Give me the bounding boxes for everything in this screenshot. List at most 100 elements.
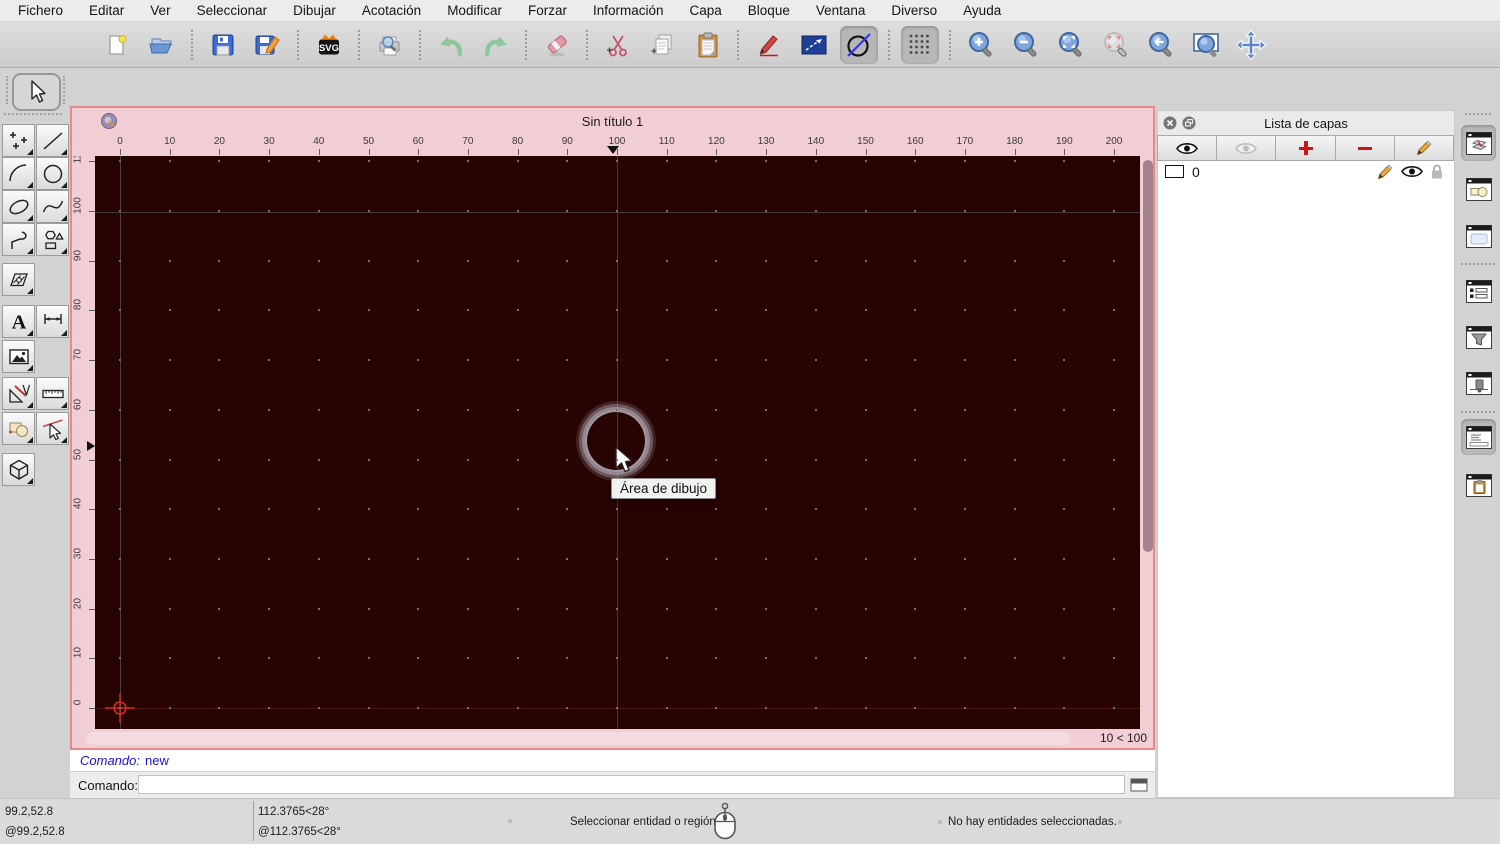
- open-file-button[interactable]: [143, 26, 181, 64]
- line-attributes-button[interactable]: [795, 26, 833, 64]
- grid-dot: [1013, 557, 1016, 560]
- menu-item-13[interactable]: Diverso: [891, 3, 937, 18]
- circle-tool-button[interactable]: [36, 157, 69, 190]
- zoom-in-button[interactable]: [962, 26, 1000, 64]
- menu-item-10[interactable]: Capa: [690, 3, 722, 18]
- show-all-layers-button[interactable]: [1157, 135, 1218, 161]
- dock-handle[interactable]: [6, 76, 8, 104]
- zoom-auto-button[interactable]: [1052, 26, 1090, 64]
- layer-visibility-eye-icon[interactable]: [1401, 164, 1423, 179]
- zoom-window-button[interactable]: [1187, 26, 1225, 64]
- dock-handle[interactable]: [63, 76, 65, 104]
- menu-item-8[interactable]: Forzar: [528, 3, 567, 18]
- points-tool-button[interactable]: [2, 124, 35, 157]
- redo-button[interactable]: [477, 26, 515, 64]
- zoom-selected-button[interactable]: [1097, 26, 1135, 64]
- construction-mode-button[interactable]: [839, 25, 878, 64]
- dimension-tool-button[interactable]: [36, 305, 69, 338]
- horizontal-scrollbar-thumb[interactable]: [86, 731, 1071, 745]
- grid-dot: [1013, 458, 1016, 461]
- spline-tool-button[interactable]: [36, 190, 69, 223]
- document-title-bar[interactable]: Sin título 1: [72, 108, 1153, 134]
- menu-item-7[interactable]: Modificar: [447, 3, 502, 18]
- grid-dot: [417, 359, 420, 362]
- layer-row[interactable]: 0: [1158, 161, 1454, 182]
- dock-filter-toggle[interactable]: [1461, 319, 1496, 355]
- polyline-tool-button[interactable]: [2, 223, 35, 256]
- menu-item-9[interactable]: Información: [593, 3, 664, 18]
- save-as-button[interactable]: [249, 26, 287, 64]
- menu-item-3[interactable]: Ver: [150, 3, 170, 18]
- hide-all-layers-button[interactable]: [1216, 135, 1277, 161]
- selection-tool-button[interactable]: [12, 73, 61, 111]
- dock-library-toggle[interactable]: [1461, 218, 1496, 254]
- float-panel-icon[interactable]: [1182, 116, 1196, 130]
- print-preview-button[interactable]: [371, 26, 409, 64]
- menu-item-6[interactable]: Acotación: [362, 3, 421, 18]
- undo-button[interactable]: [432, 26, 470, 64]
- layer-panel-header[interactable]: Lista de capas: [1158, 111, 1454, 136]
- pen-attributes-button[interactable]: [750, 26, 788, 64]
- measure-tool-button[interactable]: [36, 377, 69, 410]
- text-tool-button[interactable]: A: [2, 305, 35, 338]
- h-ruler-label: 200: [1105, 136, 1123, 147]
- zoom-out-button[interactable]: [1007, 26, 1045, 64]
- grid-dot: [218, 657, 221, 660]
- dock-block-list-toggle[interactable]: [1461, 171, 1496, 207]
- remove-layer-button[interactable]: [1334, 135, 1395, 161]
- dock-command-toggle[interactable]: [1461, 419, 1496, 455]
- cut-button[interactable]: [599, 26, 637, 64]
- menu-item-5[interactable]: Dibujar: [293, 3, 336, 18]
- copy-button[interactable]: [644, 26, 682, 64]
- shape-tool-button[interactable]: [36, 223, 69, 256]
- dock-handle[interactable]: [4, 113, 62, 115]
- vertical-scrollbar-thumb[interactable]: [1143, 160, 1153, 552]
- select-entities-tool-button[interactable]: [36, 412, 69, 445]
- edit-layer-button[interactable]: [1393, 135, 1455, 161]
- modify-tool-button[interactable]: [2, 377, 35, 410]
- toolbar-separator: [525, 29, 527, 60]
- save-button[interactable]: [204, 26, 242, 64]
- drawing-canvas[interactable]: Área de dibujo: [95, 156, 1140, 729]
- dock-clipboard-toggle[interactable]: [1461, 467, 1496, 503]
- hatch-tool-button[interactable]: [2, 263, 35, 296]
- paste-button[interactable]: [689, 26, 727, 64]
- grid-dot: [963, 657, 966, 660]
- menu-item-2[interactable]: Editar: [89, 3, 124, 18]
- command-input[interactable]: [138, 775, 1125, 794]
- solid-tool-button[interactable]: [2, 453, 35, 486]
- dock-layer-list-toggle[interactable]: [1461, 125, 1496, 161]
- menu-item-12[interactable]: Ventana: [816, 3, 866, 18]
- layer-lock-icon[interactable]: [1430, 163, 1444, 180]
- vertical-scrollbar[interactable]: [1142, 156, 1154, 729]
- zoom-pan-button[interactable]: [1232, 26, 1270, 64]
- add-layer-button[interactable]: [1275, 135, 1336, 161]
- layer-edit-pencil-icon[interactable]: [1376, 163, 1394, 181]
- ellipse-tool-button[interactable]: [2, 190, 35, 223]
- menu-item-1[interactable]: Fichero: [18, 3, 63, 18]
- command-window-toggle-button[interactable]: [1129, 777, 1149, 793]
- close-icon[interactable]: [1163, 116, 1177, 130]
- grid-dot: [715, 458, 718, 461]
- line-tool-button[interactable]: [36, 124, 69, 157]
- arc-tool-button[interactable]: [2, 157, 35, 190]
- grid-toggle-button[interactable]: [900, 25, 939, 64]
- layer-color-swatch[interactable]: [1165, 165, 1184, 178]
- info-tool-button[interactable]: [2, 412, 35, 445]
- menu-item-11[interactable]: Bloque: [748, 3, 790, 18]
- dock-pen-palette-toggle[interactable]: [1461, 365, 1496, 401]
- grid-dot: [268, 508, 271, 511]
- grid-dot: [516, 508, 519, 511]
- grid-dot: [864, 557, 867, 560]
- grid-dot: [914, 657, 917, 660]
- image-tool-button[interactable]: [2, 340, 35, 373]
- grid-dot: [963, 210, 966, 212]
- dock-entity-list-toggle[interactable]: [1461, 273, 1496, 309]
- dock-handle[interactable]: [1465, 113, 1491, 115]
- zoom-previous-button[interactable]: [1142, 26, 1180, 64]
- new-file-button[interactable]: [98, 26, 136, 64]
- delete-button[interactable]: [538, 26, 576, 64]
- menu-item-14[interactable]: Ayuda: [963, 3, 1001, 18]
- svg-export-button[interactable]: SVG: [310, 26, 348, 64]
- menu-item-4[interactable]: Seleccionar: [197, 3, 268, 18]
